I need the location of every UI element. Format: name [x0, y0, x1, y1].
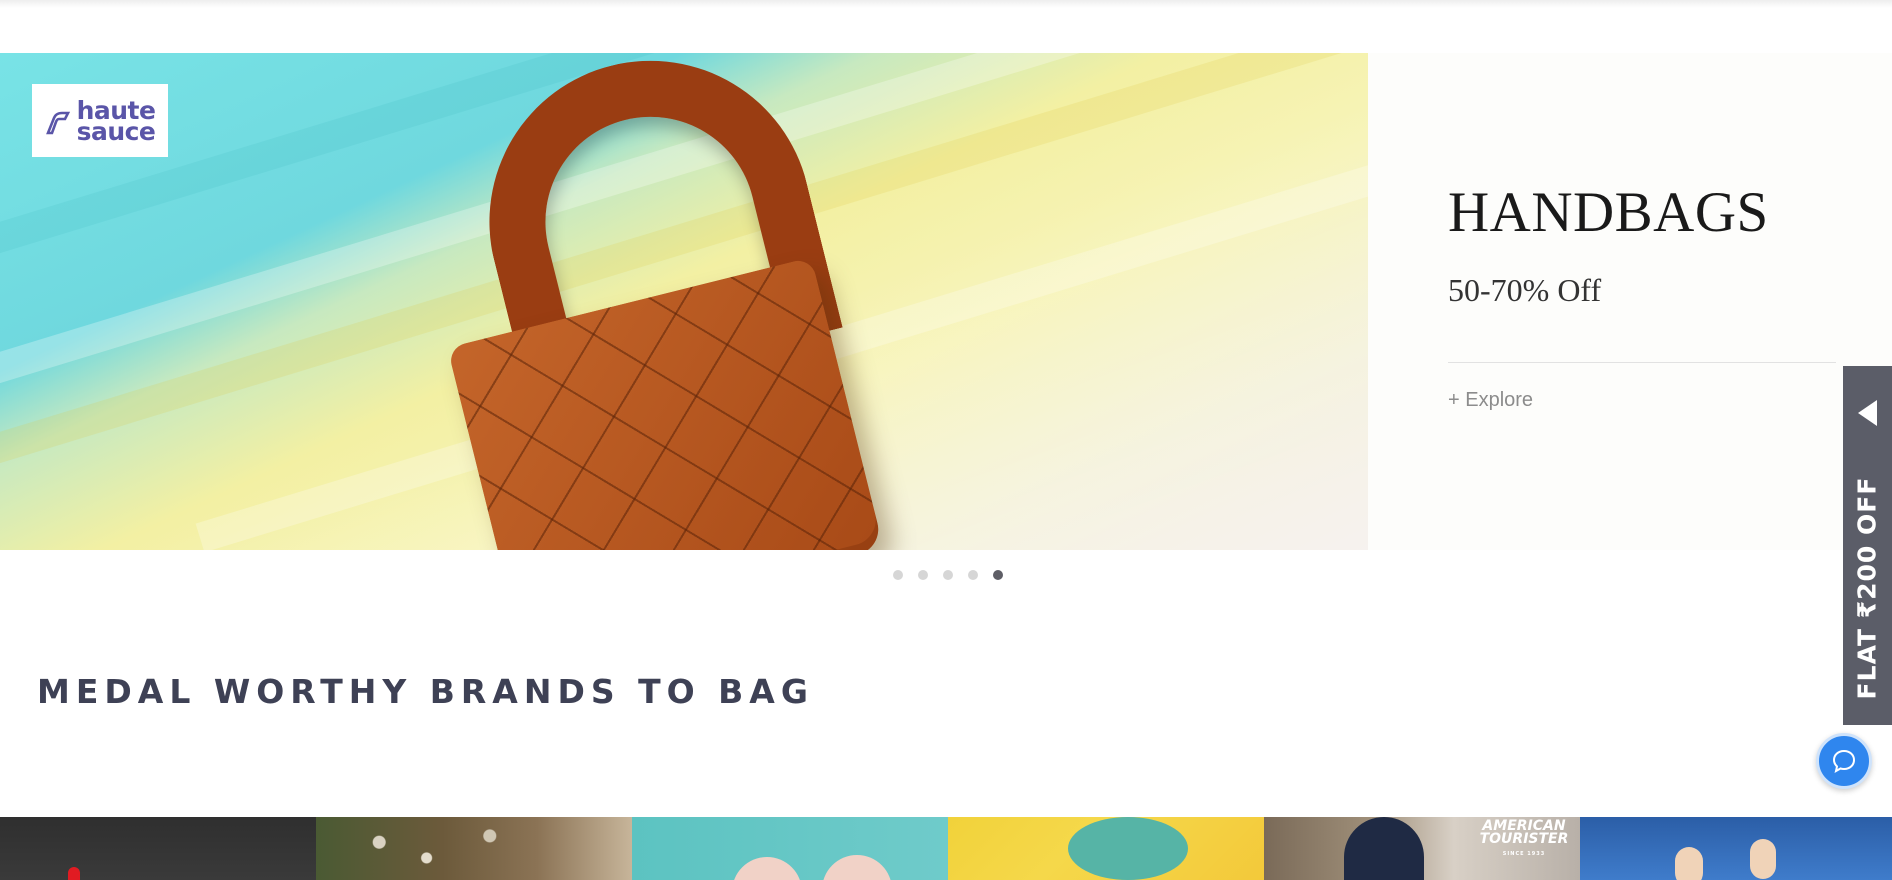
promo-subtitle: 50-70% Off — [1448, 272, 1602, 308]
brand-tile-5[interactable]: AMERICAN TOURISTER SINCE 1933 — [1264, 817, 1580, 880]
carousel-dot-5[interactable] — [993, 570, 1003, 580]
carousel-dot-4[interactable] — [968, 570, 978, 580]
brand-tile-2[interactable] — [316, 817, 632, 880]
brand-tile-3[interactable] — [632, 817, 948, 880]
offer-tab-label: FLAT ₹200 OFF — [1852, 476, 1882, 700]
promo-panel — [1368, 53, 1892, 550]
promo-title: HANDBAGS — [1448, 181, 1769, 244]
brand-logo-text: haute sauce — [76, 98, 156, 146]
chat-bubble-icon — [1832, 749, 1856, 773]
explore-link[interactable]: + Explore — [1448, 389, 1533, 412]
haute-sauce-logo-mark-icon — [45, 111, 70, 134]
hero-banner-image[interactable] — [0, 53, 1368, 550]
carousel-dot-2[interactable] — [918, 570, 928, 580]
brand-tile-4[interactable] — [948, 817, 1264, 880]
chat-button[interactable] — [1816, 733, 1872, 789]
flat-offer-tab[interactable]: FLAT ₹200 OFF — [1843, 366, 1892, 725]
promo-divider — [1448, 362, 1836, 363]
carousel-dot-1[interactable] — [893, 570, 903, 580]
brand-tile-1[interactable] — [0, 817, 316, 880]
brand-logo-text: AMERICAN TOURISTER — [1479, 818, 1569, 847]
section-title: MEDAL WORTHY BRANDS TO BAG — [37, 672, 814, 711]
carousel-dots — [893, 570, 1003, 580]
brand-logo-tagline: SINCE 1933 — [1502, 851, 1546, 857]
brand-tile-6[interactable] — [1580, 817, 1892, 880]
brand-logo: haute sauce — [32, 84, 168, 157]
carousel-dot-3[interactable] — [943, 570, 953, 580]
top-header-shadow — [0, 0, 1892, 8]
triangle-left-icon[interactable] — [1858, 400, 1877, 426]
brand-tiles-row: AMERICAN TOURISTER SINCE 1933 — [0, 817, 1892, 880]
american-tourister-logo: AMERICAN TOURISTER SINCE 1933 — [1468, 818, 1580, 861]
logo-line-2: sauce — [76, 116, 156, 146]
